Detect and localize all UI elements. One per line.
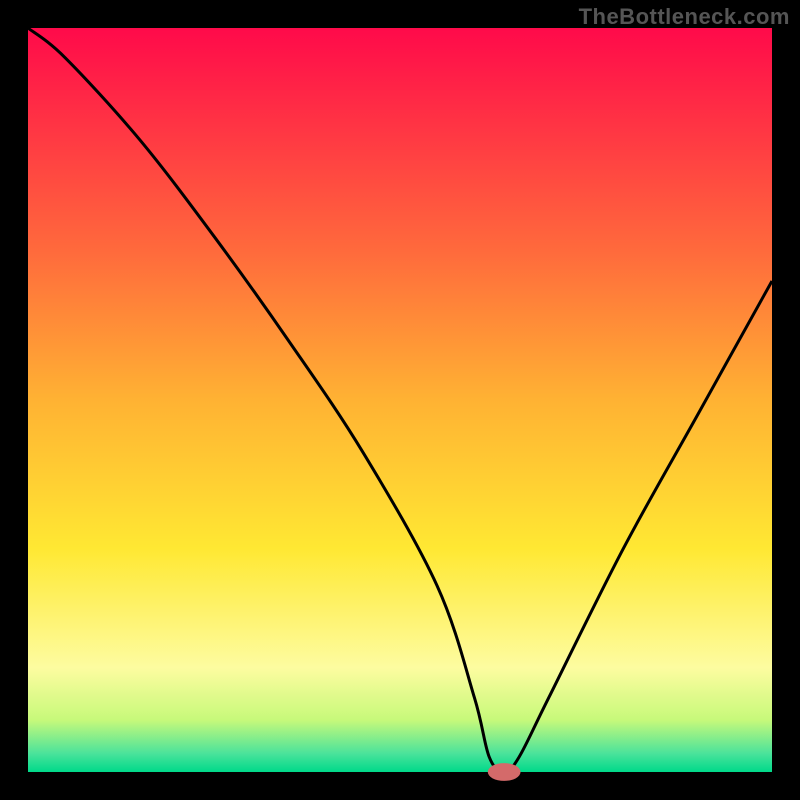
chart-frame: TheBottleneck.com xyxy=(0,0,800,800)
optimal-marker xyxy=(488,763,521,781)
bottleneck-plot xyxy=(0,0,800,800)
watermark-label: TheBottleneck.com xyxy=(579,4,790,30)
